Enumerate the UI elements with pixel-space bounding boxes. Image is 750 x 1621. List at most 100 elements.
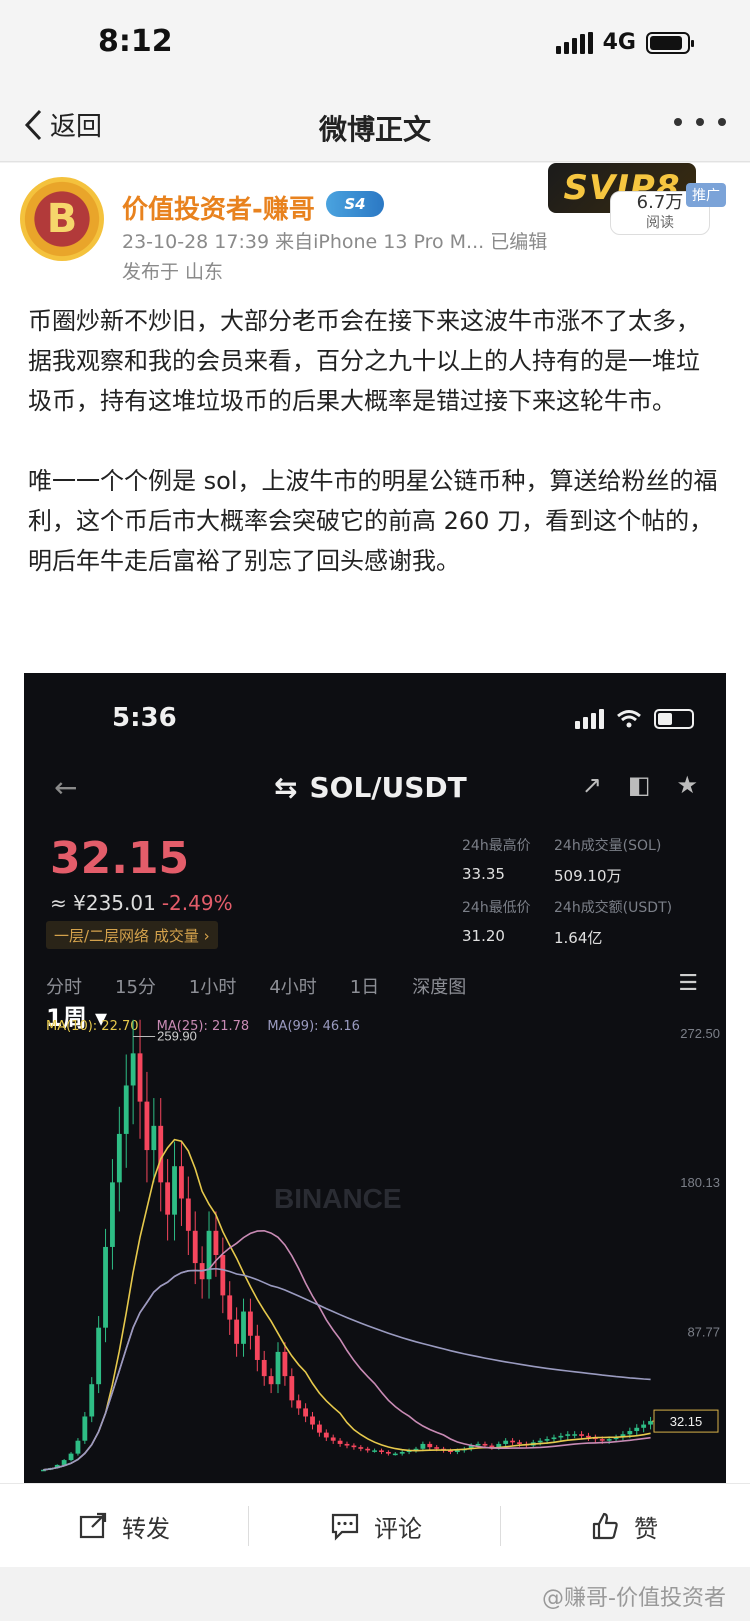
tab-timeframe[interactable]: 4小时 xyxy=(269,973,316,999)
network-type: 4G xyxy=(602,30,636,55)
candle xyxy=(420,1443,426,1449)
star-icon: ★ xyxy=(676,771,698,799)
candle xyxy=(234,1319,240,1344)
candle xyxy=(103,1246,108,1328)
candle xyxy=(379,1450,384,1453)
post-content: B 价值投资者-赚哥 S4 23-10-28 17:39 来自iPhone 13… xyxy=(0,163,750,1483)
battery-icon xyxy=(646,31,694,54)
y-tick-label: 180.13 xyxy=(680,1175,720,1190)
candle xyxy=(344,1443,350,1446)
last-price: 32.15 xyxy=(50,833,190,884)
page-title: 微博正文 xyxy=(318,113,431,146)
stat-vol-usdt: 24h成交额(USDT) 1.64亿 xyxy=(554,897,714,948)
thumbs-up-icon xyxy=(592,1512,618,1540)
candle xyxy=(96,1327,102,1385)
candle xyxy=(606,1439,612,1441)
candle xyxy=(289,1376,295,1401)
action-bar: 转发 评论 赞 xyxy=(0,1483,750,1567)
screenshot-nav-icons: ↗ ◧ ★ xyxy=(582,771,698,799)
candle xyxy=(565,1434,571,1436)
candle xyxy=(123,1085,129,1134)
binance-watermark: BINANCE xyxy=(274,1183,402,1214)
candle xyxy=(482,1443,488,1446)
repost-button[interactable]: 转发 xyxy=(78,1484,170,1568)
comment-icon xyxy=(331,1513,359,1541)
timeframe-tabs: 分时 15分 1小时 4小时 1日 1周 ▾ 深度图 xyxy=(46,973,499,1032)
comment-label: 评论 xyxy=(374,1514,422,1543)
candle xyxy=(503,1440,509,1444)
candle xyxy=(427,1443,433,1448)
candle xyxy=(510,1440,515,1443)
candle xyxy=(130,1053,136,1086)
author-name[interactable]: 价值投资者-赚哥 xyxy=(122,189,315,226)
candle xyxy=(227,1295,233,1320)
stat-value: 509.10万 xyxy=(554,867,622,885)
candle xyxy=(185,1198,191,1231)
screenshot-time: 5:36 xyxy=(112,703,177,733)
candle xyxy=(68,1453,74,1461)
screenshot-status-icons xyxy=(575,709,694,729)
candle xyxy=(116,1133,122,1183)
embedded-screenshot[interactable]: 5:36 ← ⇆ SOL/USDT ↗ ◧ ★ 32.15 ≈ ¥235.01-… xyxy=(24,673,726,1483)
post-region: 发布于 山东 xyxy=(122,261,224,283)
candle xyxy=(454,1450,460,1453)
candle xyxy=(248,1311,253,1336)
weibo-watermark: @赚哥-价值投资者 xyxy=(542,1586,726,1611)
candle xyxy=(517,1442,522,1444)
post-paragraph: 唯一一个个例是 sol，上波牛市的明星公链币种，算送给粉丝的福利，这个币后市大概… xyxy=(28,467,718,575)
stat-label: 24h成交额(USDT) xyxy=(554,900,673,916)
price-change: -2.49% xyxy=(161,891,233,915)
candle xyxy=(392,1453,398,1456)
candle xyxy=(151,1125,157,1151)
candle xyxy=(537,1440,543,1443)
wifi-icon xyxy=(617,710,641,728)
candle xyxy=(282,1351,288,1377)
tab-timeframe[interactable]: 1小时 xyxy=(189,973,236,999)
candle xyxy=(641,1424,647,1428)
chart-settings-icon[interactable]: ☰ xyxy=(678,971,698,996)
tab-depth[interactable]: 深度图 xyxy=(412,973,466,999)
candle xyxy=(572,1434,578,1436)
more-icon[interactable] xyxy=(674,112,726,132)
candle xyxy=(261,1359,267,1377)
status-bar: 8:12 4G xyxy=(0,0,750,92)
like-button[interactable]: 赞 xyxy=(590,1484,658,1568)
candle xyxy=(330,1437,336,1441)
category-tag: 一层/二层网络 成交量 › xyxy=(46,921,218,949)
divider xyxy=(500,1506,501,1546)
candle xyxy=(634,1427,640,1432)
cny-price-line: ≈ ¥235.01 -2.49% xyxy=(50,891,233,915)
swap-icon: ⇆ xyxy=(274,771,298,804)
candlestick-chart[interactable]: BINANCE 272.50 180.13 87.77 259.90 32.15 xyxy=(24,1003,726,1483)
candle xyxy=(372,1450,378,1452)
candle xyxy=(599,1439,605,1441)
avatar[interactable]: B xyxy=(20,177,104,261)
candle xyxy=(254,1335,260,1360)
battery-icon xyxy=(654,709,694,729)
signal-icon xyxy=(555,31,593,54)
pair-title: ⇆ SOL/USDT xyxy=(274,771,467,804)
level-badge: S4 xyxy=(326,191,384,217)
pair-name: SOL/USDT xyxy=(309,771,467,804)
candle xyxy=(268,1376,274,1385)
stat-label: 24h成交量(SOL) xyxy=(554,838,662,854)
status-time: 8:12 xyxy=(98,24,173,59)
tab-timeframe[interactable]: 1日 xyxy=(350,973,379,999)
candle xyxy=(303,1408,309,1417)
compare-icon: ◧ xyxy=(627,771,651,799)
tab-timeframe[interactable]: 15分 xyxy=(115,973,156,999)
candle xyxy=(385,1452,391,1454)
candle xyxy=(75,1440,81,1454)
candle xyxy=(579,1434,584,1436)
comment-button[interactable]: 评论 xyxy=(330,1484,422,1568)
share-icon xyxy=(79,1512,107,1539)
candle xyxy=(648,1421,653,1425)
candle xyxy=(89,1384,95,1417)
read-label: 阅读 xyxy=(646,215,674,231)
candle xyxy=(110,1182,115,1247)
candle xyxy=(337,1440,343,1444)
candle xyxy=(475,1443,481,1446)
post-meta: 23-10-28 17:39 来自iPhone 13 Pro M... 已编辑 xyxy=(122,231,548,253)
like-label: 赞 xyxy=(634,1514,658,1543)
candle xyxy=(434,1447,440,1449)
